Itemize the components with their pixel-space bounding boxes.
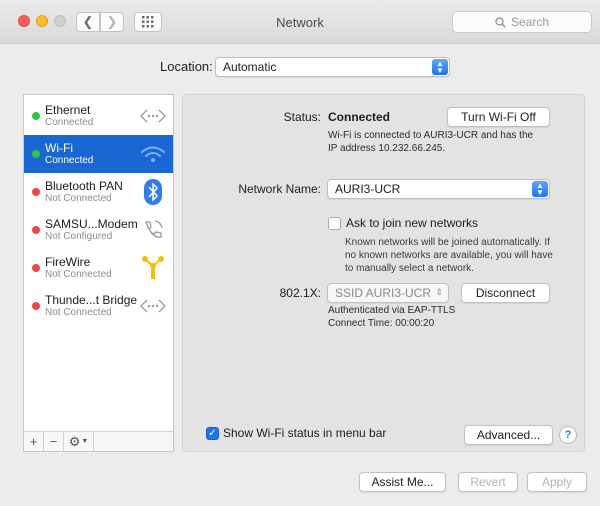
status-dot	[32, 302, 40, 310]
service-name: Wi-Fi	[45, 141, 73, 155]
status-dot	[32, 226, 40, 234]
service-name: Thunde...t Bridge	[45, 293, 138, 307]
dot1x-label: 802.1X:	[279, 286, 321, 300]
chevron-updown-icon: ⇕	[435, 287, 443, 297]
popup-arrows-icon: ▲ ▼	[432, 59, 448, 75]
service-item-wifi[interactable]: Wi-Fi Connected	[24, 135, 173, 173]
status-detail-line-1: Wi-Fi is connected to AURI3-UCR and has …	[328, 130, 534, 141]
service-name: Bluetooth PAN	[45, 179, 123, 193]
network-name-popup[interactable]: AURI3-UCR ▲ ▼	[327, 179, 550, 199]
service-item-firewire[interactable]: FireWire Not Connected	[24, 249, 173, 287]
service-item-bluetooth-pan[interactable]: Bluetooth PAN Not Connected	[24, 173, 173, 211]
search-placeholder: Search	[510, 15, 550, 29]
turn-wifi-off-button[interactable]: Turn Wi-Fi Off	[447, 107, 550, 127]
sidebar-controls: + − ⚙ ▼	[24, 431, 173, 451]
search-field[interactable]: Search	[452, 11, 592, 33]
popup-arrows-icon: ▲ ▼	[532, 181, 548, 197]
remove-service-button[interactable]: −	[44, 432, 64, 451]
wifi-settings-panel: Status: Connected Turn Wi-Fi Off Wi-Fi i…	[182, 94, 585, 452]
service-name: SAMSU...Modem	[45, 217, 138, 231]
phone-icon	[140, 217, 166, 243]
add-service-button[interactable]: +	[24, 432, 44, 451]
status-dot	[32, 112, 40, 120]
show-wifi-status-label: Show Wi-Fi status in menu bar	[223, 426, 387, 440]
ask-join-help-line-2: no known networks are available, you wil…	[345, 250, 553, 261]
status-detail-line-2: IP address 10.232.66.245.	[328, 143, 446, 154]
wifi-icon	[140, 141, 166, 167]
location-value: Automatic	[223, 60, 277, 74]
service-item-thunderbolt-bridge[interactable]: Thunde...t Bridge Not Connected	[24, 287, 173, 325]
revert-button[interactable]: Revert	[458, 472, 518, 492]
service-status: Connected	[45, 155, 94, 166]
status-dot	[32, 150, 40, 158]
show-wifi-status-checkbox[interactable]: ✓	[206, 427, 219, 440]
service-status: Not Configured	[45, 231, 113, 242]
service-item-ethernet[interactable]: Ethernet Connected	[24, 97, 173, 135]
ask-join-checkbox[interactable]	[328, 217, 341, 230]
firewire-icon	[140, 255, 166, 281]
ask-join-label: Ask to join new networks	[346, 216, 479, 230]
dot1x-value: SSID AURI3-UCR	[335, 286, 432, 300]
status-value: Connected	[328, 110, 391, 124]
gear-icon: ⚙	[68, 433, 81, 449]
search-icon	[495, 16, 506, 28]
status-dot	[32, 188, 40, 196]
auth-line: Authenticated via EAP-TTLS	[328, 305, 456, 316]
status-dot	[32, 264, 40, 272]
help-button[interactable]: ?	[559, 426, 577, 444]
network-name-value: AURI3-UCR	[335, 182, 401, 196]
connect-time: Connect Time: 00:00:20	[328, 318, 435, 329]
location-label: Location:	[160, 59, 213, 74]
ask-join-help-line-3: to manually select a network.	[345, 263, 474, 274]
advanced-button[interactable]: Advanced...	[464, 425, 553, 445]
disconnect-button[interactable]: Disconnect	[461, 283, 550, 303]
gear-menu-button[interactable]: ⚙ ▼	[64, 432, 94, 451]
status-label: Status:	[283, 110, 321, 124]
service-name: FireWire	[45, 255, 91, 269]
service-list: Ethernet Connected Wi-Fi Connected Bluet…	[23, 94, 174, 452]
assist-me-button[interactable]: Assist Me...	[359, 472, 446, 492]
network-name-label: Network Name:	[238, 182, 321, 196]
service-status: Connected	[45, 117, 94, 128]
service-item-samsung-modem[interactable]: SAMSU...Modem Not Configured	[24, 211, 173, 249]
dot1x-popup[interactable]: SSID AURI3-UCR ⇕	[327, 283, 449, 303]
bluetooth-icon	[140, 179, 166, 205]
apply-button[interactable]: Apply	[527, 472, 587, 492]
ethernet-icon	[140, 103, 166, 129]
service-status: Not Connected	[45, 193, 112, 204]
service-status: Not Connected	[45, 269, 112, 280]
title-bar: ❮ ❯ Network Search	[0, 0, 600, 44]
service-status: Not Connected	[45, 307, 112, 318]
service-name: Ethernet	[45, 103, 91, 117]
chevron-down-icon: ▼	[81, 438, 89, 445]
ask-join-help-line-1: Known networks will be joined automatica…	[345, 237, 550, 248]
thunderbolt-bridge-icon	[140, 293, 166, 319]
location-popup[interactable]: Automatic ▲ ▼	[215, 57, 450, 77]
